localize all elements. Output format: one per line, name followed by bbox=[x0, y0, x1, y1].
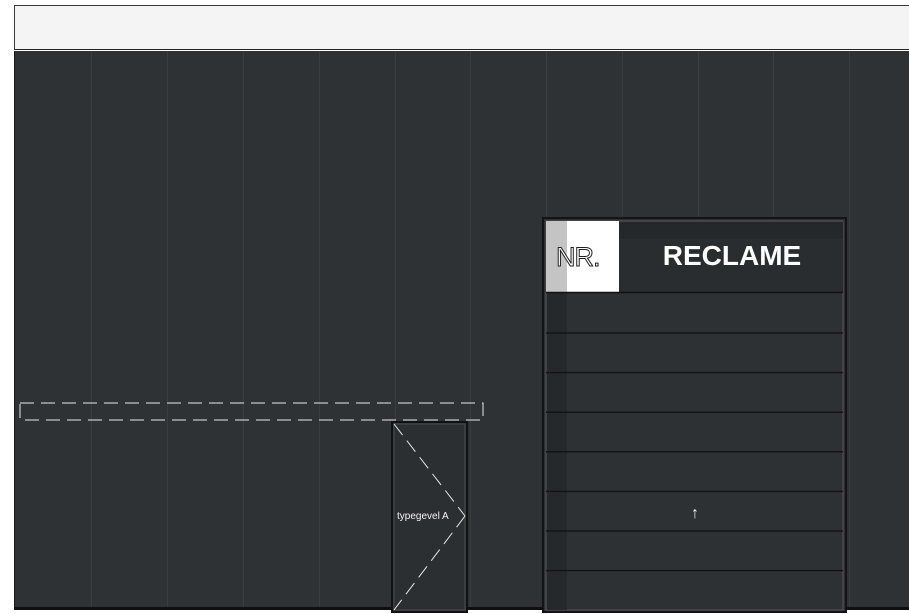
drawing-overlay bbox=[19, 217, 847, 613]
billboard-title-top bbox=[619, 222, 843, 239]
nr-label: NR. bbox=[556, 242, 601, 273]
door-type-label: typegevel A bbox=[397, 511, 449, 522]
arrow-up-icon: ↑ bbox=[691, 505, 699, 522]
reclame-title: RECLAME bbox=[662, 240, 802, 271]
drawing-canvas: NR. RECLAME ↑ typegevel A bbox=[0, 0, 909, 614]
canopy-outline bbox=[19, 402, 484, 421]
